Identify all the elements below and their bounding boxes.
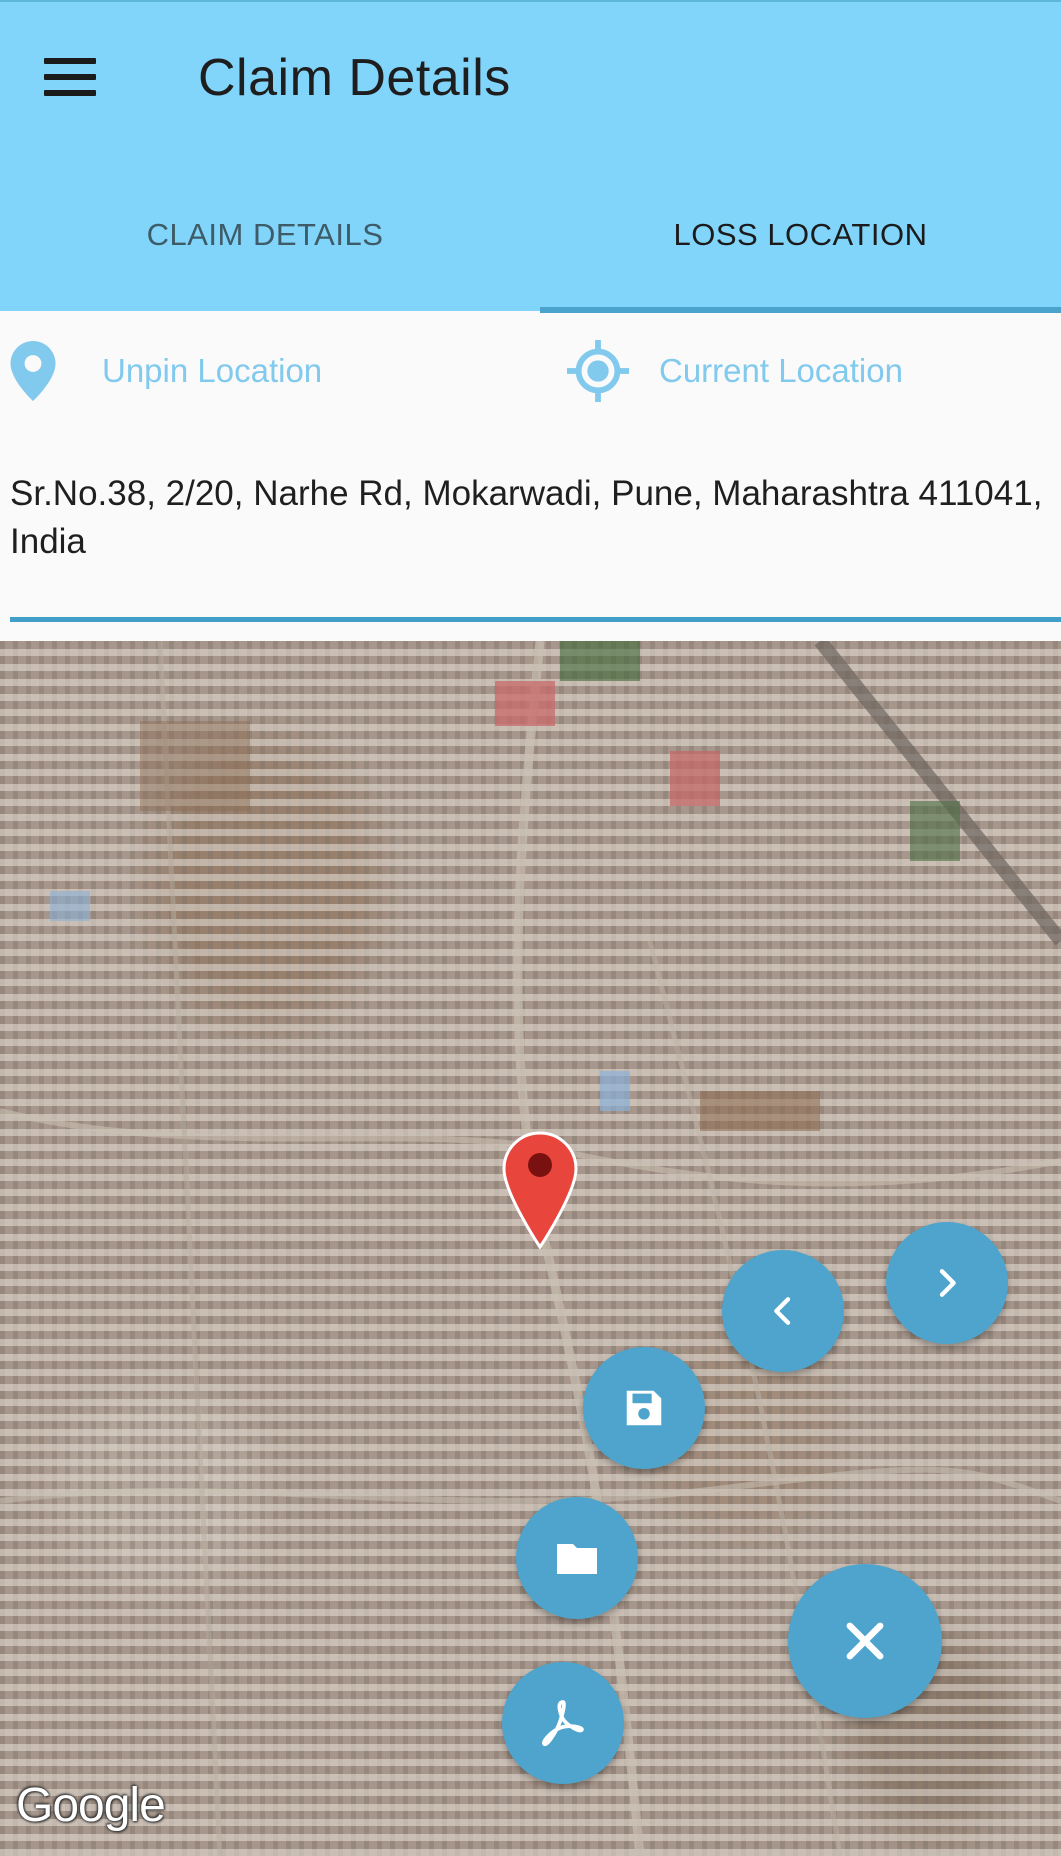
chevron-left-icon (774, 1297, 791, 1325)
pdf-icon (542, 1700, 584, 1747)
next-button[interactable] (886, 1222, 1008, 1344)
folder-button[interactable] (516, 1497, 638, 1619)
previous-button[interactable] (722, 1250, 844, 1372)
map-pin-icon (10, 341, 56, 401)
tab-bar: CLAIM DETAILS LOSS LOCATION (0, 198, 1061, 313)
app-bar: Claim Details CLAIM DETAILS LOSS LOCATIO… (0, 0, 1061, 313)
floppy-disk-icon (626, 1390, 662, 1426)
tab-loss-location[interactable]: LOSS LOCATION (540, 198, 1061, 313)
unpin-location-button[interactable]: Unpin Location (10, 311, 322, 431)
address-field[interactable]: Sr.No.38, 2/20, Narhe Rd, Mokarwadi, Pun… (10, 462, 1061, 622)
tab-claim-details[interactable]: CLAIM DETAILS (0, 198, 530, 313)
unpin-location-label: Unpin Location (102, 352, 323, 389)
google-attribution: Google (16, 1779, 166, 1832)
save-button[interactable] (583, 1347, 705, 1469)
close-button[interactable] (788, 1564, 942, 1718)
address-text: Sr.No.38, 2/20, Narhe Rd, Mokarwadi, Pun… (10, 474, 1043, 561)
chevron-right-icon (939, 1269, 956, 1297)
close-icon (846, 1622, 884, 1660)
address-underline (10, 617, 1061, 622)
pdf-button[interactable] (502, 1662, 624, 1784)
page-title: Claim Details (198, 49, 511, 107)
hamburger-menu-icon[interactable] (44, 58, 110, 106)
red-map-marker-icon[interactable] (502, 1131, 578, 1249)
current-location-button[interactable]: Current Location (567, 311, 903, 431)
folder-icon (557, 1544, 597, 1574)
gps-target-icon (567, 340, 629, 402)
location-actions: Unpin Location Current Location (0, 311, 1061, 431)
current-location-label: Current Location (659, 352, 903, 389)
